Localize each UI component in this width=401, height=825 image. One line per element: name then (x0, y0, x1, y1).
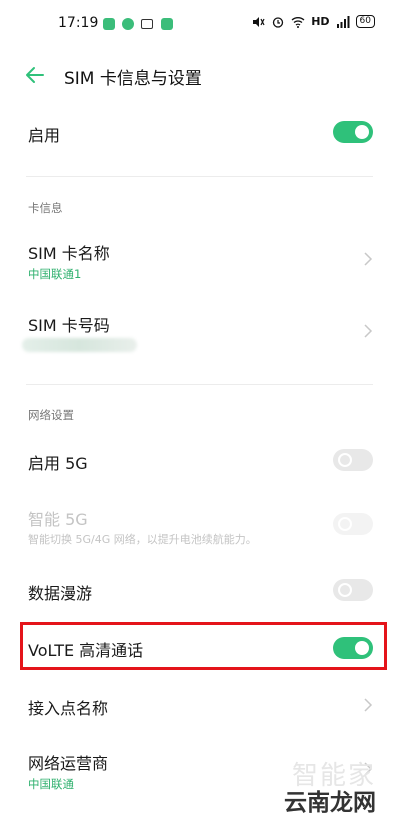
enable-5g-row[interactable]: 启用 5G (0, 438, 401, 482)
apn-row[interactable]: 接入点名称 (0, 684, 401, 728)
battery-icon: 60 (355, 15, 375, 28)
section-network-settings: 网络设置 (28, 408, 74, 422)
status-icons: HD 60 (251, 15, 375, 28)
divider (26, 176, 373, 177)
status-bar: 17:19 HD 60 (0, 0, 401, 50)
mute-icon (253, 16, 265, 27)
highlight-box (20, 622, 387, 670)
toggle-knob (338, 583, 352, 597)
data-roaming-label: 数据漫游 (28, 584, 93, 603)
message-notification-icon (103, 18, 115, 30)
apn-label: 接入点名称 (28, 699, 109, 718)
sim-number-redacted (22, 338, 137, 352)
enable-5g-label: 启用 5G (28, 454, 88, 473)
hd-indicator: HD (311, 15, 330, 28)
divider (26, 384, 373, 385)
chevron-right-icon (364, 324, 373, 338)
watermark: 智能家 云南龙网 (284, 755, 388, 816)
sim-name-label: SIM 卡名称 (28, 244, 110, 263)
page-title: SIM 卡信息与设置 (64, 69, 202, 89)
data-roaming-toggle[interactable] (333, 579, 373, 601)
enable-label: 启用 (28, 126, 61, 145)
sim-number-label: SIM 卡号码 (28, 316, 110, 335)
enable-5g-toggle[interactable] (333, 449, 373, 471)
toggle-knob (338, 453, 352, 467)
data-roaming-row[interactable]: 数据漫游 (0, 568, 401, 612)
back-arrow-icon[interactable] (22, 62, 48, 88)
video-notification-icon (141, 19, 153, 29)
chevron-right-icon (364, 252, 373, 266)
sim-name-row[interactable]: SIM 卡名称 中国联通1 (0, 230, 401, 288)
toggle-knob (338, 517, 352, 531)
app-notification-icon-2 (161, 18, 173, 30)
app-header: SIM 卡信息与设置 (0, 52, 401, 100)
smart-5g-description: 智能切换 5G/4G 网络，以提升电池续航能力。 (28, 533, 257, 546)
section-card-info: 卡信息 (28, 201, 63, 215)
enable-row[interactable]: 启用 (0, 110, 401, 154)
toggle-knob (355, 125, 369, 139)
watermark-text-bottom: 云南龙网 (284, 790, 376, 816)
enable-toggle[interactable] (333, 121, 373, 143)
app-notification-icon (122, 18, 134, 30)
sim-number-row[interactable]: SIM 卡号码 (0, 302, 401, 360)
smart-5g-toggle (333, 513, 373, 535)
smart-5g-label: 智能 5G (28, 510, 88, 529)
operator-value: 中国联通 (28, 777, 74, 791)
wifi-icon (291, 16, 305, 28)
sim-name-value: 中国联通1 (28, 267, 82, 281)
status-time: 17:19 (58, 15, 99, 31)
smart-5g-row: 智能 5G 智能切换 5G/4G 网络，以提升电池续航能力。 (0, 498, 401, 554)
chevron-right-icon (364, 698, 373, 712)
operator-label: 网络运营商 (28, 754, 109, 773)
alarm-icon (273, 16, 284, 28)
signal-icon (336, 15, 350, 28)
